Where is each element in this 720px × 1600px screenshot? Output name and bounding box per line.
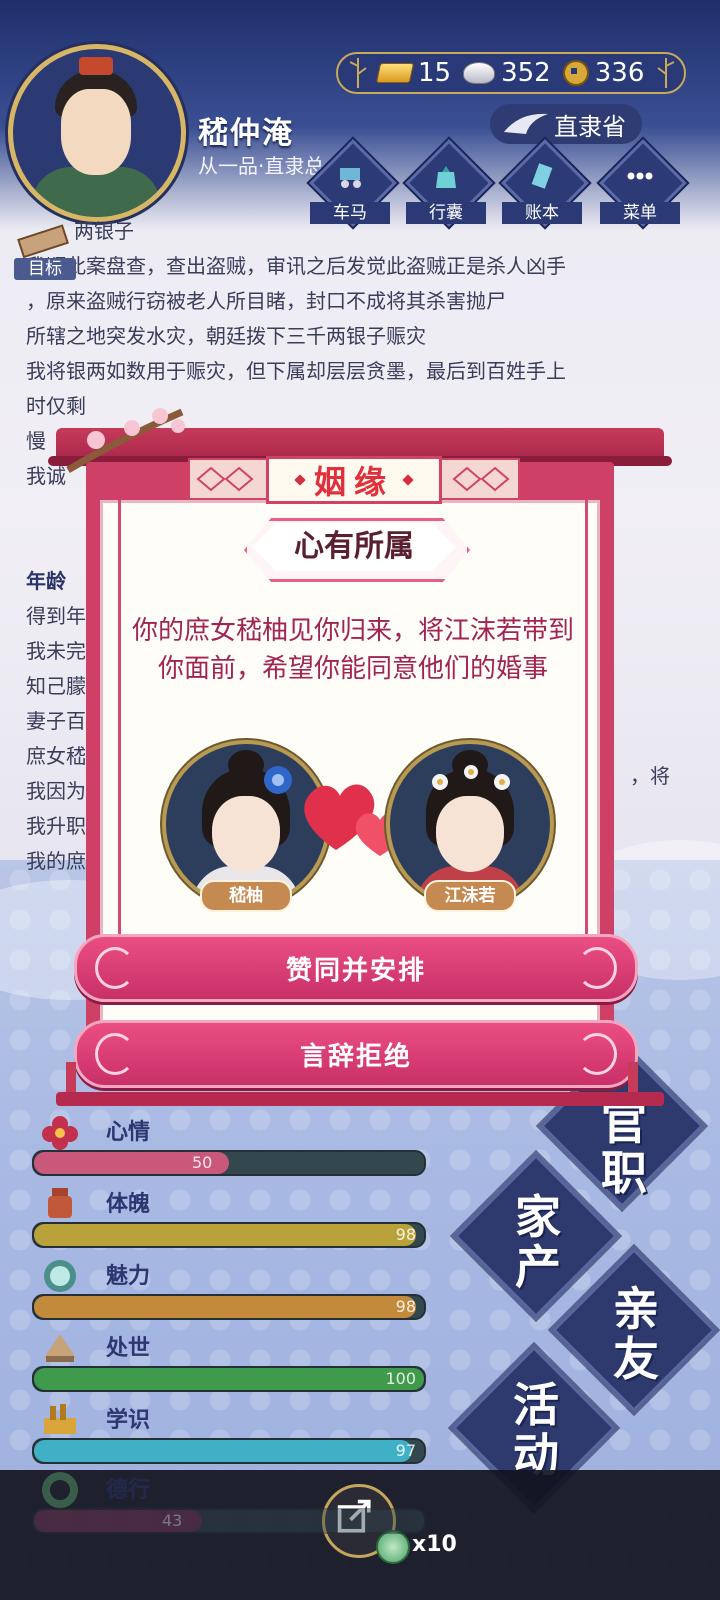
stat-worldliness: 处世 100 — [32, 1328, 432, 1398]
bamboo-icon — [349, 58, 367, 88]
stat-label: 魅力 — [106, 1264, 151, 1289]
location-button[interactable]: 直隶省 — [490, 104, 642, 144]
log-line: 我顺此案盘查，查出盗贼，审讯之后发觉此盗贼正是杀人凶手 — [26, 254, 566, 278]
stat-fill — [34, 1224, 417, 1246]
stat-bar: 43 — [32, 1508, 426, 1534]
portrait-face — [212, 796, 280, 872]
player-name: 嵇仲淹 — [198, 116, 294, 151]
flower-icon — [42, 1116, 78, 1150]
stat-fill — [34, 1368, 424, 1390]
relatives-label: 亲友 — [613, 1282, 659, 1386]
log-line: 两银子 — [74, 219, 134, 243]
portrait-left-name: 嵇柚 — [200, 880, 292, 912]
location-name: 直隶省 — [554, 112, 626, 141]
stat-bar: 98 — [32, 1222, 426, 1248]
avatar-face — [61, 89, 131, 175]
stat-fill — [34, 1440, 413, 1462]
carriage-icon — [340, 168, 361, 188]
stat-label: 学识 — [106, 1408, 151, 1433]
mirror-icon — [44, 1260, 76, 1292]
stat-charm: 魅力 98 — [32, 1256, 432, 1326]
stat-label: 心情 — [106, 1120, 151, 1145]
bag-icon — [436, 166, 456, 188]
dialog-message: 你的庶女嵇柚见你归来，将江沫若带到你面前，希望你能同意他们的婚事 — [131, 616, 574, 684]
log-line: 我将银两如数用于赈灾，但下属却层层贪墨，最后到百姓手上 — [26, 359, 566, 383]
dialog-base — [56, 1092, 664, 1106]
hairpin-icon — [432, 765, 510, 790]
stat-mood: 心情 50 — [32, 1112, 432, 1182]
lattice-pattern — [196, 466, 254, 492]
cloud-curl-icon — [95, 947, 135, 989]
coin-count: 336 — [594, 58, 645, 88]
reject-button[interactable]: 言辞拒绝 — [74, 1020, 638, 1088]
stat-physique: 体魄 98 — [32, 1184, 432, 1254]
accept-label: 赞同并安排 — [285, 955, 426, 986]
stat-knowledge: 学识 97 — [32, 1400, 432, 1470]
dialog-subtitle: 心有所属 — [294, 529, 414, 564]
estate-label: 家产 — [515, 1190, 561, 1294]
gold-ingot-icon — [375, 63, 415, 83]
fan-icon — [44, 1334, 76, 1362]
stat-bar: 50 — [32, 1150, 426, 1176]
portrait-face — [436, 796, 504, 872]
books-icon — [44, 1404, 76, 1434]
player-avatar[interactable] — [8, 44, 186, 222]
player-rank: 从一品·直隶总 — [198, 154, 325, 178]
cloud-curl-icon — [95, 1033, 135, 1075]
title-ornament — [402, 474, 414, 486]
stat-value: 43 — [162, 1511, 183, 1530]
avatar-hat — [79, 57, 113, 75]
dialog-title: 姻缘 — [313, 463, 394, 501]
dialog-pillar — [628, 1062, 638, 1096]
portrait-right-name: 江沫若 — [424, 880, 516, 912]
stat-value: 98 — [395, 1225, 416, 1244]
stat-fill — [34, 1296, 417, 1318]
gold-count: 15 — [418, 58, 452, 88]
game-screen: 嵇仲淹 从一品·直隶总 15 352 336 直隶省 车马 行囊 账本 菜单 两… — [0, 0, 720, 1600]
cloud-curl-icon — [577, 1033, 617, 1075]
activities-label: 活动 — [513, 1378, 559, 1482]
log-line: ，原来盗贼行窃被老人所目睹，封口不成将其杀害抛尸 — [26, 289, 506, 313]
helmet-icon — [48, 1188, 72, 1218]
jade-ring-icon — [42, 1472, 78, 1508]
stat-label: 体魄 — [106, 1192, 151, 1217]
accept-button[interactable]: 赞同并安排 — [74, 934, 638, 1002]
silver-count: 352 — [501, 58, 551, 88]
stat-value: 100 — [385, 1369, 416, 1388]
silver-ingot-icon — [463, 62, 496, 84]
more-icon — [627, 172, 653, 180]
dialog-title-plate: 姻缘 — [266, 456, 442, 504]
crane-icon — [504, 113, 548, 134]
log-line: 所辖之地突发水灾，朝廷拨下三千两银子赈灾 — [26, 324, 426, 348]
copper-coin-icon — [562, 60, 589, 86]
reject-label: 言辞拒绝 — [299, 1041, 412, 1072]
dialog-pillar — [66, 1062, 76, 1096]
stat-virtue: 德行 43 — [32, 1470, 432, 1540]
cloud-curl-icon — [577, 947, 617, 989]
stat-bar: 98 — [32, 1294, 426, 1320]
title-ornament — [294, 474, 306, 486]
stat-label: 处世 — [106, 1336, 151, 1361]
log-right-fragment: ，将 — [630, 764, 670, 788]
portrait-bun — [228, 750, 264, 780]
stat-value: 98 — [395, 1297, 416, 1316]
dialog-subtitle-plate: 心有所属 — [244, 518, 470, 582]
ledger-icon — [531, 163, 553, 189]
stat-bar: 97 — [32, 1438, 426, 1464]
target-button[interactable]: 目标 — [14, 258, 76, 280]
stat-label: 德行 — [106, 1478, 151, 1503]
bamboo-icon — [657, 58, 675, 88]
stat-value: 50 — [192, 1153, 213, 1172]
lattice-pattern — [452, 466, 510, 492]
stat-value: 97 — [395, 1441, 416, 1460]
stat-bar: 100 — [32, 1366, 426, 1392]
currency-bar: 15 352 336 — [336, 52, 686, 94]
hair-flower-icon — [264, 766, 292, 794]
